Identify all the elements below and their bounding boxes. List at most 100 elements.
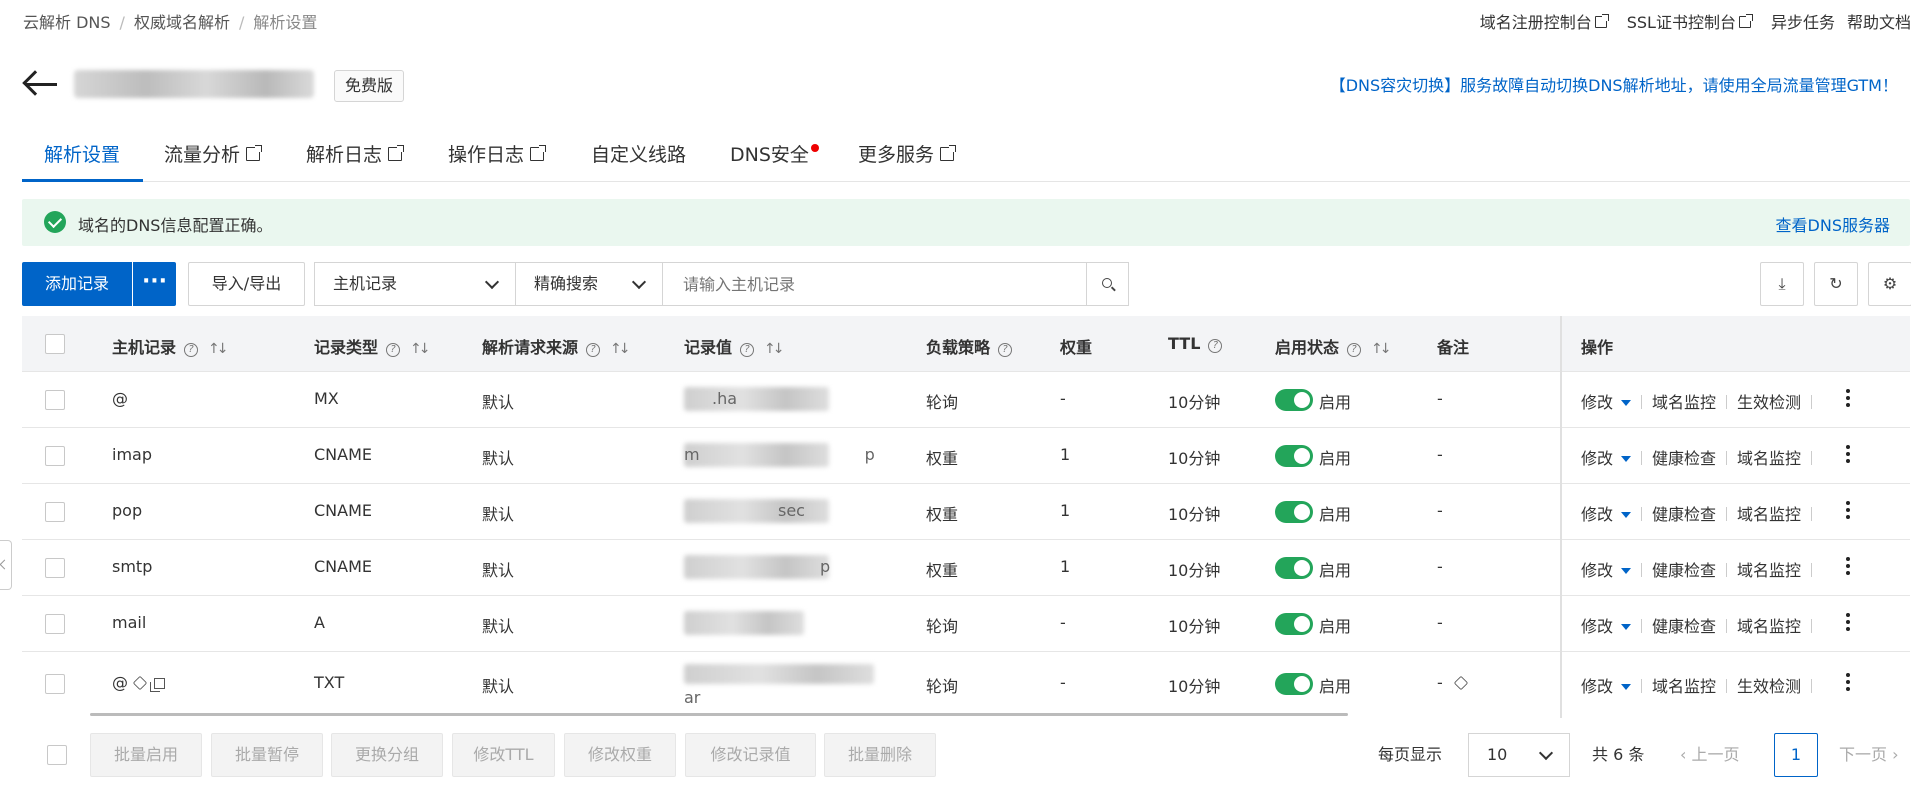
tab-resolve-log[interactable]: 解析日志 [306,140,405,182]
status-toggle[interactable] [1275,501,1313,523]
prev-page-button[interactable]: ‹ 上一页 [1680,733,1740,777]
op-health-check[interactable]: 健康检查 [1652,505,1716,524]
add-record-button[interactable]: 添加记录 [22,262,132,306]
help-docs-link[interactable]: 帮助文档 [1847,13,1911,32]
status-toggle[interactable] [1275,389,1313,411]
tab-dns-security[interactable]: DNS安全 [730,140,819,182]
batch-delete-button[interactable]: 批量删除 [824,733,936,777]
sort-icon[interactable]: ↑↓ [1371,341,1392,357]
op-domain-monitor[interactable]: 域名监控 [1652,393,1716,412]
external-link-icon [388,145,405,161]
col-host[interactable]: 主机记录? ↑↓ [112,334,229,358]
op-domain-monitor[interactable]: 域名监控 [1737,561,1801,580]
cell-weight: - [1060,613,1066,632]
tab-custom-lines[interactable]: 自定义线路 [591,140,686,182]
download-button[interactable]: ⤓ [1760,262,1804,306]
op-edit[interactable]: 修改 域名监控 生效检测 [1581,673,1822,697]
batch-pause-button[interactable]: 批量暂停 [211,733,323,777]
op-health-check[interactable]: 健康检查 [1652,449,1716,468]
op-domain-monitor[interactable]: 域名监控 [1737,449,1801,468]
help-icon: ? [184,343,199,357]
more-vertical-icon[interactable] [1846,445,1850,466]
refresh-icon: ↻ [1829,274,1843,293]
col-status[interactable]: 启用状态? ↑↓ [1275,334,1392,358]
op-health-check[interactable]: 健康检查 [1652,617,1716,636]
more-vertical-icon[interactable] [1846,389,1850,410]
batch-enable-button[interactable]: 批量启用 [90,733,202,777]
modify-ttl-button[interactable]: 修改TTL [452,733,555,777]
sort-icon[interactable]: ↑↓ [410,341,431,357]
op-edit[interactable]: 修改 健康检查 域名监控 [1581,501,1822,525]
value-redacted [684,387,829,411]
async-tasks-link[interactable]: 异步任务 [1771,13,1835,32]
sort-icon[interactable]: ↑↓ [208,341,229,357]
status-toggle[interactable] [1275,557,1313,579]
gtm-notice-link[interactable]: 【DNS容灾切换】服务故障自动切换DNS解析地址，请使用全局流量管理GTM！ [1330,72,1898,96]
sort-icon[interactable]: ↑↓ [764,341,785,357]
breadcrumb-item-authoritative[interactable]: 权威域名解析 [134,13,230,32]
op-health-check[interactable]: 健康检查 [1652,561,1716,580]
page-1-button[interactable]: 1 [1774,733,1818,777]
row-checkbox[interactable] [45,390,65,410]
breadcrumb-item-dns[interactable]: 云解析 DNS [23,13,111,32]
value-redacted [684,555,829,579]
more-vertical-icon[interactable] [1846,501,1850,522]
edit-remark-icon[interactable] [1453,675,1468,691]
op-effect-check[interactable]: 生效检测 [1737,677,1801,696]
row-checkbox[interactable] [45,502,65,522]
op-edit[interactable]: 修改 健康检查 域名监控 [1581,613,1822,637]
more-vertical-icon[interactable] [1846,673,1850,694]
op-domain-monitor[interactable]: 域名监控 [1652,677,1716,696]
per-page-select[interactable]: 10 [1468,733,1570,777]
change-group-button[interactable]: 更换分组 [331,733,443,777]
op-domain-monitor[interactable]: 域名监控 [1737,505,1801,524]
modify-weight-button[interactable]: 修改权重 [564,733,676,777]
external-link-icon [530,145,547,161]
search-input[interactable] [662,262,1087,306]
row-checkbox[interactable] [45,674,65,694]
select-all-checkbox[interactable] [45,334,65,354]
search-mode-select[interactable]: 精确搜索 [515,262,663,306]
refresh-button[interactable]: ↻ [1814,262,1858,306]
footer-select-all-checkbox[interactable] [47,745,67,765]
collapse-handle[interactable] [0,540,12,590]
op-effect-check[interactable]: 生效检测 [1737,393,1801,412]
sort-icon[interactable]: ↑↓ [610,341,631,357]
modify-value-button[interactable]: 修改记录值 [685,733,816,777]
row-checkbox[interactable] [45,558,65,578]
tab-more-services[interactable]: 更多服务 [858,140,957,182]
status-toggle[interactable] [1275,673,1313,695]
op-edit[interactable]: 修改 健康检查 域名监控 [1581,445,1822,469]
op-edit[interactable]: 修改 健康检查 域名监控 [1581,557,1822,581]
op-domain-monitor[interactable]: 域名监控 [1737,617,1801,636]
status-toggle[interactable] [1275,613,1313,635]
help-icon: ? [1208,339,1223,353]
import-export-button[interactable]: 导入/导出 [188,262,305,306]
row-checkbox[interactable] [45,614,65,634]
row-checkbox[interactable] [45,446,65,466]
tab-resolve-settings[interactable]: 解析设置 [22,140,144,182]
more-actions-button[interactable]: ··· [133,262,176,306]
view-dns-servers-link[interactable]: 查看DNS服务器 [1776,212,1890,236]
next-page-button[interactable]: 下一页 › [1839,733,1899,777]
col-source[interactable]: 解析请求来源? ↑↓ [482,334,631,358]
cell-remark: - [1437,613,1443,632]
domain-console-link[interactable]: 域名注册控制台 [1460,13,1609,32]
search-field-select[interactable]: 主机记录 [314,262,516,306]
search-button[interactable] [1087,262,1129,306]
tab-traffic-analysis[interactable]: 流量分析 [164,140,263,182]
edit-icon[interactable] [132,675,148,691]
back-arrow-icon[interactable] [22,68,58,98]
horizontal-scrollbar[interactable] [90,713,1348,716]
status-toggle[interactable] [1275,445,1313,467]
settings-button[interactable]: ⚙ [1868,262,1911,306]
ssl-console-link[interactable]: SSL证书控制台 [1627,13,1753,32]
more-vertical-icon[interactable] [1846,557,1850,578]
more-vertical-icon[interactable] [1846,613,1850,634]
col-type[interactable]: 记录类型? ↑↓ [314,334,431,358]
tab-operation-log[interactable]: 操作日志 [448,140,547,182]
table-row: smtp CNAME 默认 p 权重 1 10分钟 启用 - 修改 健康检查 域名监… [22,540,1910,596]
copy-icon[interactable] [150,678,165,692]
col-value[interactable]: 记录值? ↑↓ [684,334,785,358]
op-edit[interactable]: 修改 域名监控 生效检测 [1581,389,1822,413]
